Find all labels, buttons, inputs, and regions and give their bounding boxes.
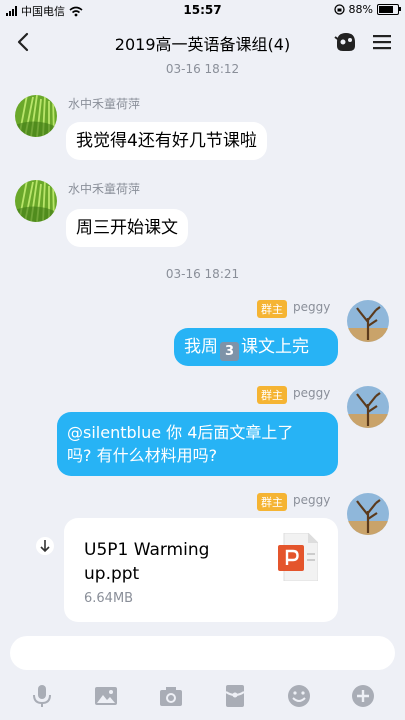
sender-name: peggy (293, 493, 331, 507)
group-owner-badge: 群主 (257, 300, 287, 318)
group-owner-badge: 群主 (257, 386, 287, 404)
group-app-icon[interactable] (333, 29, 359, 55)
timestamp: 03-16 18:12 (165, 64, 240, 76)
sender-name: 水中禾童荷萍 (68, 97, 141, 111)
sender-name: peggy (293, 300, 331, 314)
avatar[interactable] (347, 386, 389, 428)
message-text: 我周 (184, 337, 218, 357)
chat-message-list[interactable]: 03-16 18:12 水中禾童荷萍 我觉得4还有好几节课啦 水中禾童荷萍 周三… (0, 64, 405, 628)
battery-icon (377, 4, 401, 15)
message-input[interactable] (10, 636, 395, 670)
emoji-icon[interactable] (285, 682, 313, 710)
message-line: 吗? 有什么材料用吗? (67, 446, 218, 465)
image-icon[interactable] (92, 682, 120, 710)
avatar[interactable] (347, 493, 389, 535)
input-toolbar (0, 682, 405, 712)
message-line: @silentblue 你 4后面文章上了 (67, 423, 294, 442)
avatar[interactable] (15, 95, 57, 137)
status-right: 88% (333, 3, 401, 16)
file-name-line: up.ppt (84, 564, 140, 584)
input-bar (0, 628, 405, 720)
avatar[interactable] (347, 300, 389, 342)
file-size: 6.64MB (84, 591, 134, 606)
sender-name: 水中禾童荷萍 (68, 182, 141, 196)
message-bubble[interactable]: 周三开始课文 (66, 209, 188, 247)
timestamp: 03-16 18:21 (165, 267, 240, 281)
group-owner-badge: 群主 (257, 493, 287, 511)
powerpoint-icon (278, 533, 318, 581)
battery-percent: 88% (348, 3, 373, 16)
message-text: @silentblue 你 4后面文章上了 吗? 有什么材料用吗? (67, 421, 293, 467)
sender-name: peggy (293, 386, 331, 400)
message-bubble[interactable]: @silentblue 你 4后面文章上了 吗? 有什么材料用吗? (57, 412, 338, 476)
file-name-line: U5P1 Warming (84, 540, 210, 560)
scroll-to-bottom-icon[interactable] (35, 536, 55, 556)
message-bubble[interactable]: 我觉得4还有好几节课啦 (66, 122, 267, 160)
file-message-card[interactable]: U5P1 Warming up.ppt 6.64MB (64, 518, 338, 622)
message-bubble[interactable]: 我周 3 课文上完 (174, 328, 338, 366)
back-icon[interactable] (10, 28, 38, 56)
avatar[interactable] (15, 180, 57, 222)
camera-icon[interactable] (157, 682, 185, 710)
message-text: 课文上完 (241, 337, 309, 357)
menu-icon[interactable] (369, 29, 395, 55)
status-bar: 中国电信 15:57 88% (0, 0, 405, 20)
keycap-three-emoji: 3 (220, 342, 239, 361)
microphone-icon[interactable] (28, 682, 56, 710)
page-title: 2019高一英语备课组(4) (114, 35, 291, 54)
red-packet-icon[interactable] (221, 682, 249, 710)
file-name: U5P1 Warming up.ppt (84, 538, 209, 586)
plus-icon[interactable] (349, 682, 377, 710)
navigation-bar: 2019高一英语备课组(4) (0, 20, 405, 64)
rotation-lock-icon (333, 4, 345, 15)
